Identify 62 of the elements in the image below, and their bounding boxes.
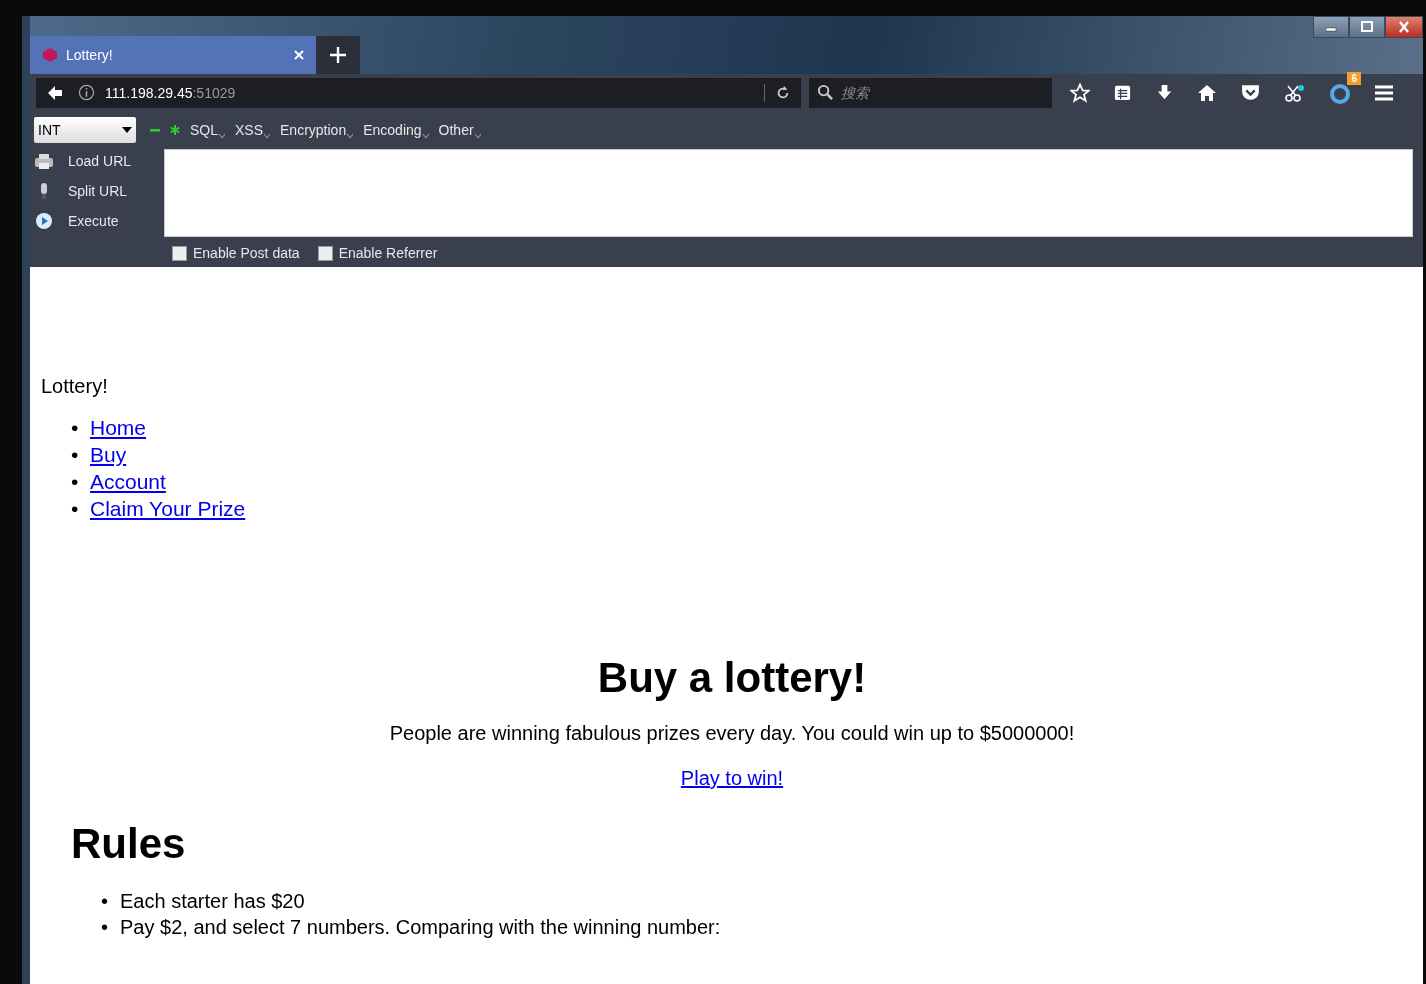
bullet: • (71, 469, 80, 495)
hackbar-menu[interactable]: XSS (235, 122, 271, 138)
url-input-field[interactable] (164, 149, 1413, 237)
hackbar-menu[interactable]: Encryption (280, 122, 354, 138)
maximize-icon (1360, 21, 1374, 33)
hackbar-menu[interactable]: Encoding (363, 122, 429, 138)
url-text: 111.198.29.45:51029 (105, 84, 237, 101)
ring-icon[interactable] (1329, 81, 1351, 104)
list-icon[interactable] (1113, 83, 1132, 102)
chevron-icon (347, 134, 354, 138)
play-link[interactable]: Play to win! (680, 767, 784, 789)
menu-icon[interactable] (1374, 83, 1394, 102)
hackbar-action[interactable]: Load URL (68, 153, 132, 169)
hackbar-menu[interactable]: SQL (190, 122, 225, 138)
hackbar-action[interactable]: Split URL (68, 183, 128, 199)
bullet: • (101, 915, 109, 940)
shield-icon[interactable] (1240, 82, 1261, 103)
chevron-icon (474, 134, 481, 138)
hackbar-menu[interactable]: Other (438, 122, 481, 138)
asterisk-icon[interactable] (170, 125, 180, 135)
gem-icon (42, 47, 58, 63)
caret-icon (122, 127, 132, 133)
checkbox[interactable] (172, 245, 187, 261)
chevron-icon (422, 134, 429, 138)
rules-heading: Rules (71, 820, 187, 868)
star-icon[interactable] (1070, 82, 1090, 103)
page-heading: Buy a lottery! (596, 654, 868, 702)
nav-link[interactable]: Buy (90, 441, 127, 468)
site-title: Lottery! (41, 375, 109, 398)
rule-text: Each starter has $20 (120, 889, 305, 914)
maximize-button[interactable] (1349, 16, 1385, 38)
play-icon (34, 212, 54, 230)
plus-icon (329, 46, 347, 64)
intro-text: People are winning fabulous prizes every day. You could win up to $5000000! (388, 722, 1076, 745)
scissors-icon[interactable] (1284, 82, 1306, 103)
close-button[interactable] (1385, 16, 1423, 38)
minimize-button[interactable] (1313, 16, 1349, 38)
nav-link[interactable]: Account (90, 468, 166, 495)
type-select[interactable]: INT (34, 117, 136, 143)
close-icon[interactable] (294, 50, 304, 60)
bullet: • (71, 415, 80, 441)
reload-icon[interactable] (775, 84, 791, 101)
new-tab-button[interactable] (316, 36, 360, 74)
hackbar-action[interactable]: Execute (68, 213, 119, 229)
rule-text: Pay $2, and select 7 numbers. Comparing with the winning number: (120, 915, 721, 940)
info-icon[interactable] (78, 84, 95, 101)
bullet: • (71, 442, 80, 468)
checkbox-label: Enable Referrer (338, 245, 438, 261)
checkbox-label: Enable Post data (193, 245, 300, 261)
bullet: • (71, 496, 80, 522)
chevron-icon (219, 134, 225, 138)
nav-link[interactable]: Home (90, 414, 147, 441)
checkbox[interactable] (317, 245, 333, 261)
chevron-icon (264, 134, 271, 138)
nav-link[interactable]: Claim Your Prize (90, 495, 246, 522)
browser-tab[interactable]: Lottery! (30, 36, 316, 74)
close-icon (1397, 21, 1411, 33)
printer-icon (34, 152, 54, 170)
home-icon[interactable] (1197, 82, 1217, 103)
address-bar[interactable]: 111.198.29.45:51029 (36, 77, 801, 108)
search-field[interactable]: 搜索 (809, 77, 1052, 108)
bullet: • (101, 889, 109, 914)
